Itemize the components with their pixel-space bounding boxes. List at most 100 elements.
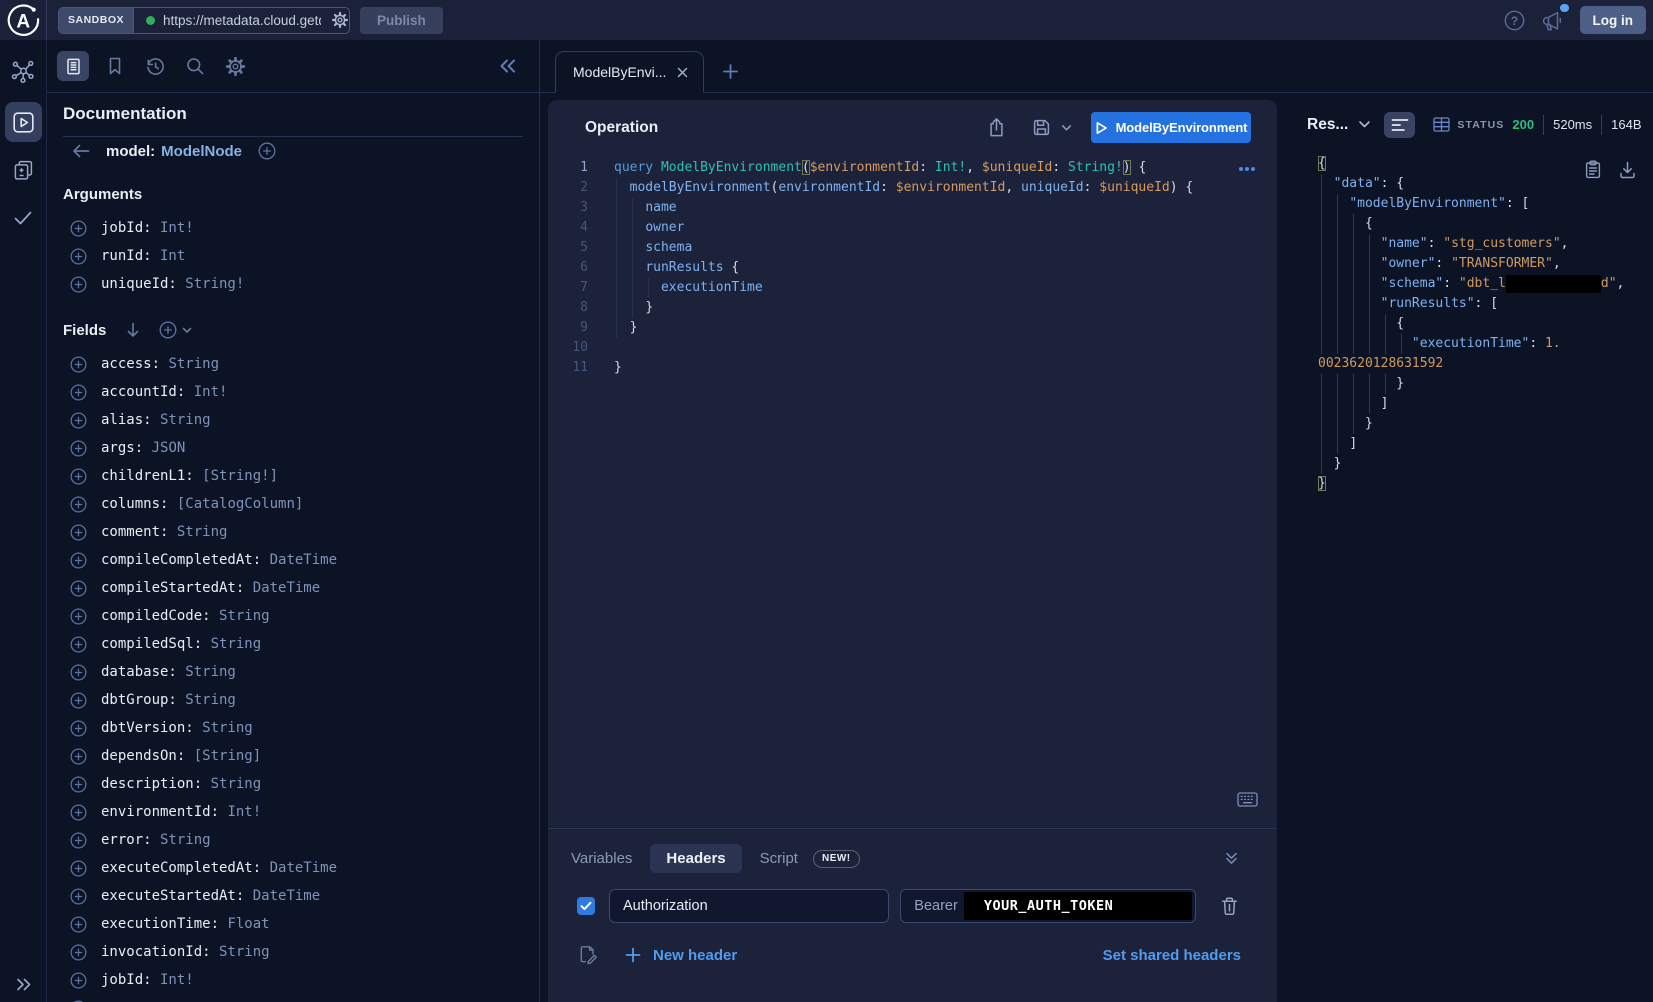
doc-type-name[interactable]: ModelNode [161, 143, 242, 160]
add-field-button[interactable] [70, 720, 87, 737]
add-field-button[interactable] [70, 580, 87, 597]
delete-header-button[interactable] [1218, 894, 1241, 918]
field-name[interactable]: environmentId: [101, 804, 219, 820]
endpoint-url-text[interactable]: https://metadata.cloud.getdbt.com/graphq… [163, 13, 321, 28]
field-type[interactable]: String [177, 664, 236, 680]
add-field-button[interactable] [70, 356, 87, 373]
field-type[interactable]: [String!] [194, 468, 278, 484]
editor-line[interactable]: 6 runResults { [548, 258, 1277, 278]
field-type[interactable]: String [202, 636, 261, 652]
tab-label[interactable]: ModelByEnvi... [573, 64, 666, 80]
new-tab-button[interactable] [720, 61, 741, 82]
field-type[interactable]: String [168, 524, 227, 540]
field-type[interactable]: [String] [185, 748, 261, 764]
field-name[interactable]: accountId: [101, 384, 185, 400]
argument-name[interactable]: uniqueId: [101, 276, 177, 292]
formatted-view-button[interactable] [1384, 112, 1415, 138]
field-type[interactable]: Int! [152, 972, 194, 988]
add-field-button[interactable] [70, 384, 87, 401]
add-field-button[interactable] [70, 832, 87, 849]
doc-back-button[interactable] [70, 142, 92, 160]
header-enabled-checkbox[interactable] [577, 897, 595, 915]
field-name[interactable]: compileCompletedAt: [101, 552, 261, 568]
add-argument-button[interactable] [70, 248, 87, 265]
editor-line[interactable]: 2 modelByEnvironment(environmentId: $env… [548, 178, 1277, 198]
keyboard-shortcuts-button[interactable] [1237, 792, 1258, 807]
save-operation-button[interactable] [1030, 116, 1053, 139]
editor-line[interactable]: 1 query ModelByEnvironment($environmentI… [548, 158, 1277, 178]
field-name[interactable]: error: [101, 832, 152, 848]
field-type[interactable]: String [152, 832, 211, 848]
history-button[interactable] [141, 52, 169, 80]
field-type[interactable]: DateTime [261, 552, 337, 568]
endpoint-settings-button[interactable] [329, 9, 350, 31]
tab-headers[interactable]: Headers [650, 844, 741, 873]
set-shared-headers-button[interactable]: Set shared headers [1103, 947, 1241, 964]
add-field-button[interactable] [70, 692, 87, 709]
field-name[interactable]: access: [101, 356, 160, 372]
field-name[interactable]: compileStartedAt: [101, 580, 244, 596]
collapse-io-panel-button[interactable] [1222, 849, 1241, 868]
add-field-button[interactable] [70, 552, 87, 569]
field-type[interactable]: DateTime [244, 888, 320, 904]
field-name[interactable]: description: [101, 776, 202, 792]
field-name[interactable]: executeCompletedAt: [101, 860, 261, 876]
field-name[interactable]: alias: [101, 412, 152, 428]
field-type[interactable]: String [211, 608, 270, 624]
add-field-button[interactable] [70, 888, 87, 905]
share-operation-button[interactable] [985, 115, 1008, 140]
editor-line[interactable]: 10 [548, 338, 1277, 358]
add-field-button[interactable] [70, 972, 87, 989]
tab-script[interactable]: Script [760, 850, 798, 867]
field-name[interactable]: compiledSql: [101, 636, 202, 652]
field-type[interactable]: String [211, 944, 270, 960]
operation-options-button[interactable] [1236, 164, 1258, 174]
rail-checks-button[interactable] [5, 200, 41, 236]
field-type[interactable]: Int! [219, 804, 261, 820]
rail-explorer-button[interactable] [5, 102, 42, 142]
help-button[interactable]: ? [1502, 8, 1527, 33]
argument-type[interactable]: Int [152, 248, 186, 264]
add-field-button[interactable] [70, 440, 87, 457]
field-name[interactable]: columns: [101, 496, 168, 512]
argument-type[interactable]: Int! [152, 220, 194, 236]
response-json[interactable]: { "data": { "modelByEnvironment": [ { "n… [1290, 154, 1653, 1002]
copy-response-button[interactable] [1585, 160, 1601, 179]
response-menu-button[interactable] [1356, 118, 1373, 131]
add-type-button[interactable] [258, 142, 276, 160]
editor-line[interactable]: 7 executionTime [548, 278, 1277, 298]
field-name[interactable]: database: [101, 664, 177, 680]
documentation-tab-button[interactable] [57, 51, 89, 81]
endpoint-url-box[interactable]: https://metadata.cloud.getdbt.com/graphq… [134, 8, 349, 33]
field-type[interactable]: [CatalogColumn] [168, 496, 303, 512]
argument-name[interactable]: runId: [101, 248, 152, 264]
saved-operations-button[interactable] [101, 52, 129, 80]
editor-line[interactable]: 3 name [548, 198, 1277, 218]
add-argument-button[interactable] [70, 220, 87, 237]
login-button[interactable]: Log in [1580, 6, 1647, 34]
table-view-button[interactable] [1426, 112, 1457, 138]
rail-operations-button[interactable] [5, 152, 41, 188]
field-name[interactable]: comment: [101, 524, 168, 540]
add-all-fields-button[interactable] [159, 321, 192, 339]
field-name[interactable]: childrenL1: [101, 468, 194, 484]
download-response-button[interactable] [1619, 160, 1636, 179]
editor-line[interactable]: 9 } [548, 318, 1277, 338]
field-name[interactable]: dbtVersion: [101, 720, 194, 736]
argument-type[interactable]: String! [177, 276, 244, 292]
field-type[interactable]: DateTime [244, 580, 320, 596]
tab-close-button[interactable] [674, 64, 691, 81]
add-field-button[interactable] [70, 776, 87, 793]
editor-line[interactable]: 8 } [548, 298, 1277, 318]
editor-line[interactable]: 5 schema [548, 238, 1277, 258]
header-value-field[interactable]: Bearer YOUR_AUTH_TOKEN [900, 889, 1196, 923]
field-type[interactable]: String [202, 776, 261, 792]
tab-modelbyenvironment[interactable]: ModelByEnvi... [555, 51, 704, 93]
field-type[interactable]: String [194, 720, 253, 736]
explorer-settings-button[interactable] [221, 52, 249, 80]
field-type[interactable]: String [177, 692, 236, 708]
field-name[interactable]: dependsOn: [101, 748, 185, 764]
rail-schema-button[interactable] [5, 54, 41, 90]
tab-variables[interactable]: Variables [571, 850, 632, 867]
field-name[interactable]: executeStartedAt: [101, 888, 244, 904]
